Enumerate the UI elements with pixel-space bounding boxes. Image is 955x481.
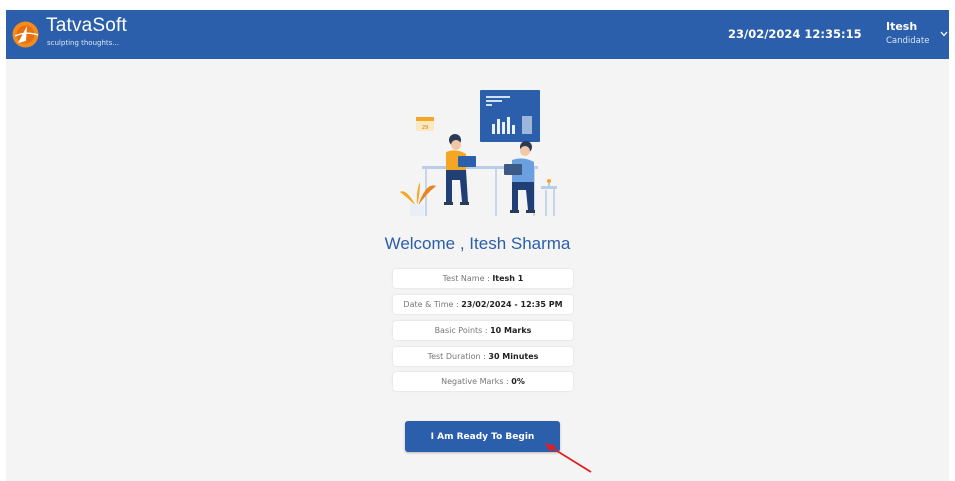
info-label: Basic Points :	[434, 326, 491, 335]
current-datetime: 23/02/2024 12:35:15	[728, 27, 862, 41]
basic-points-info: Basic Points : 10 Marks	[393, 321, 573, 340]
negative-marks-info: Negative Marks : 0%	[393, 372, 573, 391]
info-label: Negative Marks :	[441, 377, 512, 386]
user-name[interactable]: Itesh	[886, 20, 917, 33]
info-label: Date & Time :	[403, 300, 462, 309]
info-value: Itesh 1	[492, 274, 524, 283]
calendar-day: 29	[422, 125, 428, 131]
app-frame: TatvaSoft sculpting thoughts... 23/02/20…	[6, 10, 949, 481]
red-arrow-annotation	[545, 443, 592, 473]
info-value: 0%	[511, 377, 525, 386]
top-header: TatvaSoft sculpting thoughts... 23/02/20…	[6, 10, 949, 59]
info-label: Test Duration :	[427, 352, 489, 361]
calendar-icon: 29	[416, 117, 434, 131]
info-value: 23/02/2024 - 12:35 PM	[461, 300, 563, 309]
welcome-heading: Welcome , Itesh Sharma	[384, 234, 571, 253]
welcome-illustration: 29	[400, 90, 557, 216]
info-label: Test Name :	[442, 274, 493, 283]
user-role: Candidate	[886, 36, 930, 46]
info-value: 30 Minutes	[488, 352, 539, 361]
date-time-info: Date & Time : 23/02/2024 - 12:35 PM	[393, 295, 573, 314]
tatvasoft-logo-icon[interactable]	[12, 21, 39, 48]
test-name-info: Test Name : Itesh 1	[393, 269, 573, 288]
test-duration-info: Test Duration : 30 Minutes	[393, 347, 573, 366]
chevron-down-icon[interactable]	[940, 31, 948, 37]
brand-tagline: sculpting thoughts...	[47, 39, 119, 47]
info-value: 10 Marks	[490, 326, 532, 335]
brand-name: TatvaSoft	[46, 15, 128, 36]
